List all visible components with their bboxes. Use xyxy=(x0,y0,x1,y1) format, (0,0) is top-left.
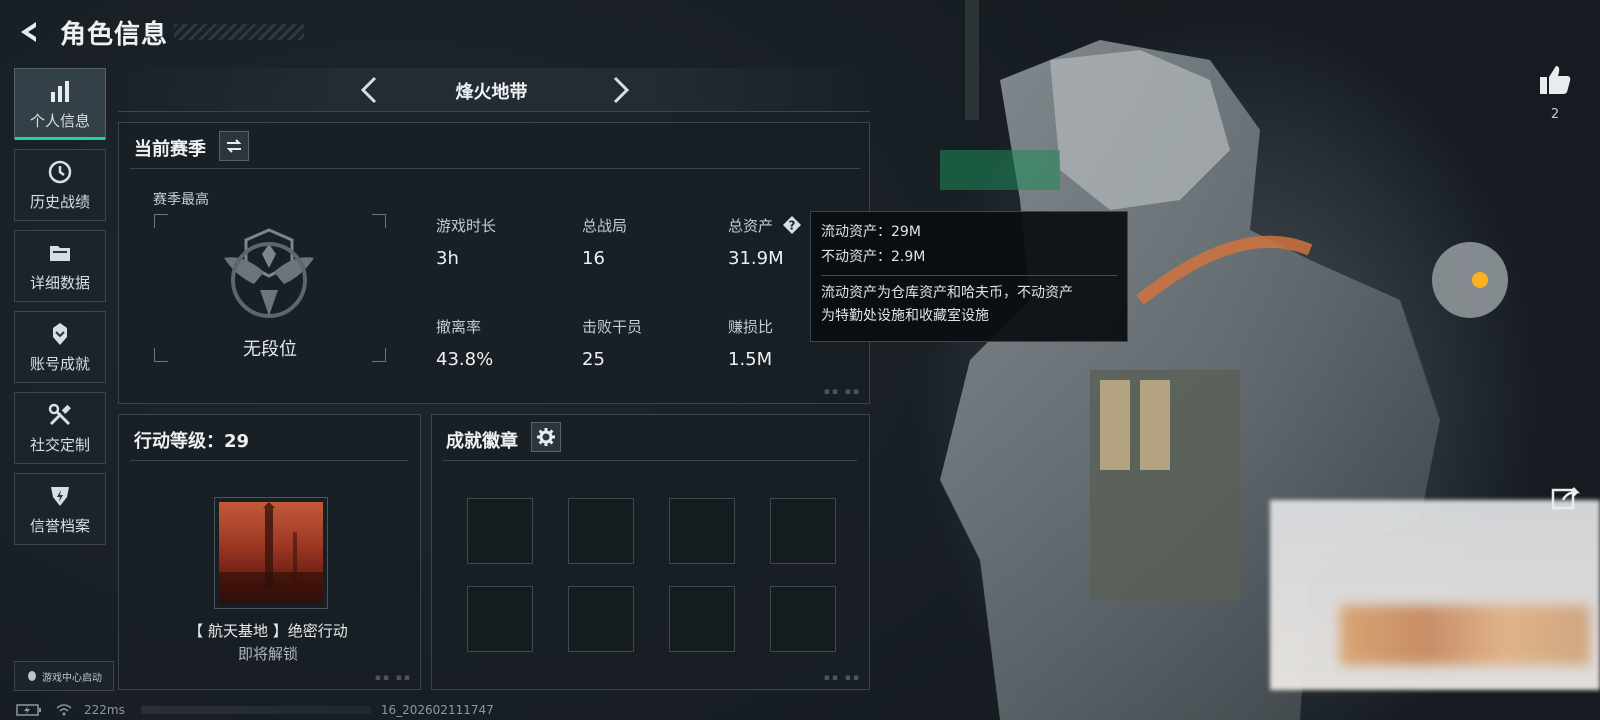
stat-play-time: 游戏时长 3h xyxy=(436,215,496,269)
sidebar-item-personal-info[interactable]: 个人信息 xyxy=(14,68,106,140)
sidebar: 个人信息 历史战绩 详细数据 账号成就 社交定制 信誉档案 xyxy=(14,68,106,554)
back-arrow-icon[interactable] xyxy=(14,17,44,47)
badge-slot[interactable] xyxy=(467,586,533,652)
switch-season-button[interactable] xyxy=(219,131,249,161)
operation-status: 即将解锁 xyxy=(237,645,298,663)
stat-label: 击败干员 xyxy=(582,318,643,336)
rank-name: 无段位 xyxy=(243,339,297,360)
badge-slot[interactable] xyxy=(770,498,836,564)
obscured-status-bar xyxy=(140,706,371,714)
badge-settings-button[interactable] xyxy=(531,422,561,452)
badge-slot[interactable] xyxy=(568,498,634,564)
badge-slot[interactable] xyxy=(669,498,735,564)
badge-slot[interactable] xyxy=(467,498,533,564)
stat-value: 16 xyxy=(582,248,605,269)
reputation-icon xyxy=(51,486,69,506)
tooltip-divider xyxy=(821,275,1117,276)
gear-icon xyxy=(537,428,555,446)
history-icon xyxy=(48,160,72,183)
wifi-icon xyxy=(56,704,72,716)
stat-label: 游戏时长 xyxy=(436,217,497,235)
chevron-right-icon[interactable] xyxy=(604,74,636,106)
badge-slot[interactable] xyxy=(568,586,634,652)
operation-name: 【 航天基地 】绝密行动 xyxy=(188,622,348,640)
sidebar-item-achievements[interactable]: 账号成就 xyxy=(14,311,106,383)
badges-panel-title: 成就徽章 xyxy=(446,431,518,452)
stat-value: 43.8% xyxy=(436,349,494,370)
stat-value: 25 xyxy=(582,349,605,370)
sidebar-item-label: 社交定制 xyxy=(29,435,90,454)
badge-slot[interactable] xyxy=(770,586,836,652)
season-best-label: 赛季最高 xyxy=(153,192,209,208)
stat-label-text: 总资产 xyxy=(728,217,774,235)
sidebar-item-social-custom[interactable]: 社交定制 xyxy=(14,392,106,464)
share-icon[interactable] xyxy=(1551,486,1581,510)
operation-thumbnail xyxy=(219,502,323,604)
ping-label: 222ms xyxy=(84,703,125,717)
stat-label: 总战局 xyxy=(582,217,628,235)
assets-tooltip: 流动资产：29M 不动资产：2.9M 流动资产为仓库资产和哈夫币，不动资产 为特… xyxy=(810,211,1128,342)
stat-value: 31.9M xyxy=(728,248,784,269)
tools-icon xyxy=(48,403,71,425)
tooltip-description-line: 为特勤处设施和收藏室设施 xyxy=(821,308,989,324)
tooltip-fixed-assets: 不动资产：2.9M xyxy=(821,249,926,265)
panel-divider xyxy=(443,460,857,461)
stat-label: 总资产 ? xyxy=(728,215,802,236)
launch-tag-label: 游戏中心启动 xyxy=(42,672,102,684)
panel-corner-decoration: ▪▪ ▪▪ xyxy=(374,673,412,683)
rank-emblem-icon xyxy=(224,228,314,318)
panel-corner-decoration: ▪▪ ▪▪ xyxy=(823,673,861,683)
status-bar: 222ms 16_202602111747 xyxy=(16,702,494,718)
sidebar-item-history[interactable]: 历史战绩 xyxy=(14,149,106,221)
season-panel-title: 当前赛季 xyxy=(134,139,206,160)
panel-corner-decoration: ▪▪ ▪▪ xyxy=(823,387,861,397)
mode-selector: 烽火地带 xyxy=(118,68,870,112)
folder-icon xyxy=(50,245,70,261)
battery-icon xyxy=(16,704,41,716)
panel-divider xyxy=(130,460,408,461)
stat-total-matches: 总战局 16 xyxy=(582,215,627,269)
achievement-icon xyxy=(53,322,67,345)
stat-value: 1.5M xyxy=(728,349,773,370)
help-icon[interactable]: ? xyxy=(782,215,802,235)
panel-divider xyxy=(130,168,860,169)
swap-icon xyxy=(226,139,242,153)
header: 角色信息 xyxy=(14,14,305,50)
operation-card[interactable] xyxy=(214,497,328,609)
sidebar-item-label: 详细数据 xyxy=(29,273,90,292)
stat-value: 3h xyxy=(436,248,459,269)
mode-title: 烽火地带 xyxy=(455,82,528,103)
qq-penguin-icon xyxy=(28,671,36,681)
stat-profit-ratio: 赚损比 1.5M xyxy=(728,316,773,370)
tooltip-liquid-assets: 流动资产：29M xyxy=(821,224,921,240)
tooltip-description-line: 流动资产为仓库资产和哈夫币，不动资产 xyxy=(821,285,1073,301)
bar-chart-icon xyxy=(51,80,69,102)
sidebar-item-detailed-data[interactable]: 详细数据 xyxy=(14,230,106,302)
page-title: 角色信息 xyxy=(60,19,169,50)
stat-operators-defeated: 击败干员 25 xyxy=(582,316,642,370)
build-id: 16_202602111747 xyxy=(380,703,494,717)
action-level-title: 行动等级：29 xyxy=(134,431,250,452)
stat-extract-rate: 撤离率 43.8% xyxy=(436,316,493,370)
stat-total-assets: 总资产 ? 31.9M xyxy=(728,215,802,269)
sidebar-item-label: 个人信息 xyxy=(29,111,90,130)
blurred-region xyxy=(1340,605,1590,665)
stat-label: 赚损比 xyxy=(728,318,774,336)
sidebar-item-label: 信誉档案 xyxy=(29,516,90,535)
like-count: 2 xyxy=(1550,107,1560,122)
sidebar-item-reputation[interactable]: 信誉档案 xyxy=(14,473,106,545)
header-decoration xyxy=(174,24,305,40)
svg-text:?: ? xyxy=(788,219,795,233)
stat-label: 撤离率 xyxy=(436,318,482,336)
badge-slot[interactable] xyxy=(669,586,735,652)
sidebar-item-label: 账号成就 xyxy=(29,354,90,373)
game-center-launch-tag: 游戏中心启动 xyxy=(14,661,114,691)
sidebar-item-label: 历史战绩 xyxy=(29,192,90,211)
thumbs-up-icon[interactable] xyxy=(1537,62,1573,98)
